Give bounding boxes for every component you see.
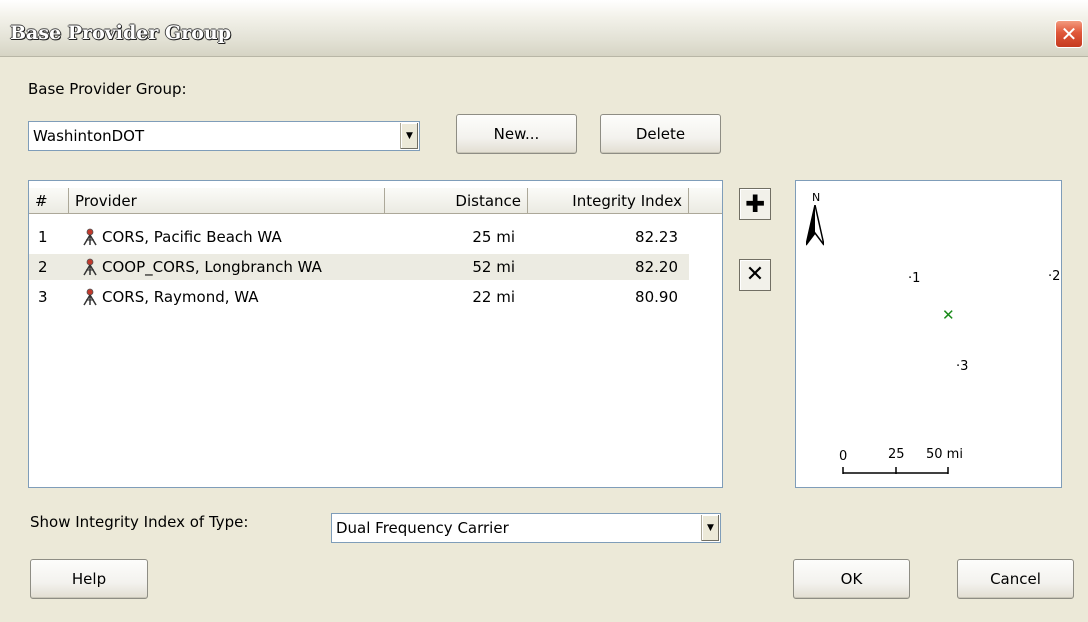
close-button[interactable]: ✕ [1055,20,1083,48]
provider-map[interactable]: N ·1 ·2 ·3 ✕ 0 25 50 mi [795,180,1062,488]
integrity-type-value: Dual Frequency Carrier [336,519,509,537]
column-header-integrity-index[interactable]: Integrity Index [528,188,689,214]
x-remove-icon: ✕ [745,262,765,287]
column-header-filler [689,188,722,214]
survey-tripod-icon [81,284,99,310]
chevron-down-icon[interactable]: ▼ [701,515,719,541]
survey-tripod-icon [81,224,99,250]
title-bar[interactable]: Base Provider Group ✕ [0,0,1088,57]
map-point-3-label: 3 [960,359,969,374]
integrity-type-select[interactable]: Dual Frequency Carrier ▼ [331,513,721,543]
row-integrity-index: 82.20 [635,258,678,276]
scale-label-0: 0 [839,449,848,464]
ok-button-label: OK [840,570,863,588]
scale-label-25: 25 [888,447,905,462]
row-provider: COOP_CORS, Longbranch WA [102,258,322,276]
survey-tripod-icon [81,254,99,280]
delete-button-label: Delete [635,125,686,143]
table-row[interactable]: 2 COOP_CORS, Longbranch WA 52 mi 82.20 [29,254,689,280]
new-button[interactable]: New... [456,114,577,154]
column-header-integrity-index-label: Integrity Index [572,191,682,210]
north-label: N [812,191,821,204]
map-point-2-label: 2 [1052,269,1061,284]
plus-icon: ✚ [744,190,766,218]
cancel-button[interactable]: Cancel [957,559,1074,599]
map-point-3[interactable]: ·3 [956,359,968,374]
current-location-marker-icon: ✕ [942,306,955,324]
row-number: 1 [38,228,48,246]
group-label: Base Provider Group: [28,80,187,98]
list-header: # Provider Distance Integrity Index [29,188,722,214]
column-header-number-label: # [35,191,48,210]
scale-label-50: 50 mi [926,447,963,462]
north-arrow-icon [806,205,824,246]
remove-provider-button[interactable]: ✕ [739,259,771,291]
close-icon: ✕ [1060,22,1078,46]
column-header-distance[interactable]: Distance [385,188,528,214]
map-point-2[interactable]: ·2 [1048,269,1060,284]
row-distance: 52 mi [472,258,515,276]
window-title: Base Provider Group [10,22,232,44]
group-select-value: WashintonDOT [33,127,145,145]
row-distance: 25 mi [472,228,515,246]
row-provider: CORS, Pacific Beach WA [102,228,282,246]
chevron-down-icon[interactable]: ▼ [400,123,418,149]
column-header-provider[interactable]: Provider [69,188,385,214]
add-provider-button[interactable]: ✚ [739,188,771,220]
row-provider: CORS, Raymond, WA [102,288,259,306]
row-integrity-index: 80.90 [635,288,678,306]
ok-button[interactable]: OK [793,559,910,599]
provider-list[interactable]: # Provider Distance Integrity Index 1 CO… [28,180,723,488]
row-number: 2 [38,258,48,276]
help-button[interactable]: Help [30,559,148,599]
table-row[interactable]: 1 CORS, Pacific Beach WA 25 mi 82.23 [29,224,689,250]
row-number: 3 [38,288,48,306]
row-integrity-index: 82.23 [635,228,678,246]
column-header-provider-label: Provider [75,191,137,210]
map-point-1[interactable]: ·1 [908,271,920,286]
map-point-1-label: 1 [912,271,921,286]
group-select[interactable]: WashintonDOT ▼ [28,121,420,151]
table-row[interactable]: 3 CORS, Raymond, WA 22 mi 80.90 [29,284,689,310]
row-distance: 22 mi [472,288,515,306]
base-provider-group-dialog: Base Provider Group ✕ Base Provider Grou… [0,0,1088,622]
integrity-type-label: Show Integrity Index of Type: [30,513,249,531]
column-header-distance-label: Distance [455,191,521,210]
help-button-label: Help [71,570,107,588]
delete-button[interactable]: Delete [600,114,721,154]
new-button-label: New... [493,125,540,143]
cancel-button-label: Cancel [990,570,1041,588]
column-header-number[interactable]: # [29,188,69,214]
